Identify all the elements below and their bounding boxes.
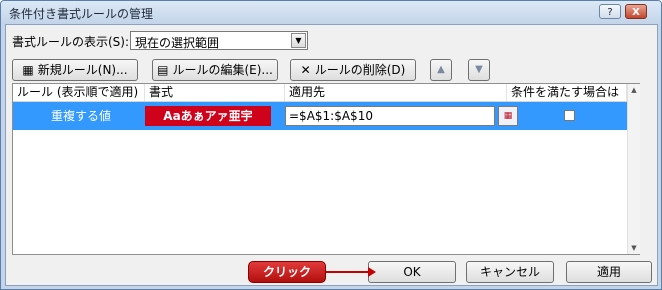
new-rule-button[interactable]: ▦ 新規ルール(N)... bbox=[12, 59, 138, 81]
help-button[interactable]: ? bbox=[599, 4, 621, 19]
arrow-down-icon: ▼ bbox=[475, 64, 483, 75]
show-rules-label: 書式ルールの表示(S): bbox=[12, 35, 130, 49]
table-row[interactable]: 重複する値 Aaあぁアァ亜宇 =$A$1:$A$10 ▦ bbox=[13, 102, 627, 130]
apply-button[interactable]: 適用 bbox=[566, 261, 652, 283]
delete-icon: ✕ bbox=[300, 63, 311, 77]
table-header: ルール (表示順で適用) 書式 適用先 条件を満たす場合は停止 bbox=[13, 84, 627, 116]
stop-if-true-checkbox[interactable] bbox=[564, 110, 575, 121]
rules-table: ルール (表示順で適用) 書式 適用先 条件を満たす場合は停止 重複する値 Aa… bbox=[12, 83, 640, 255]
move-down-button[interactable]: ▼ bbox=[468, 59, 490, 81]
arrow-up-icon: ▲ bbox=[437, 64, 445, 75]
chevron-down-icon[interactable]: ▼ bbox=[291, 33, 306, 48]
edit-rule-label: ルールの編集(E)... bbox=[172, 63, 273, 77]
close-button[interactable]: X bbox=[625, 4, 647, 19]
column-header-stop-if-true: 条件を満たす場合は停止 bbox=[507, 84, 627, 116]
delete-rule-label: ルールの削除(D) bbox=[314, 63, 406, 77]
show-rules-value: 現在の選択範囲 bbox=[135, 36, 220, 50]
new-rule-label: 新規ルール(N)... bbox=[37, 63, 128, 77]
delete-rule-button[interactable]: ✕ ルールの削除(D) bbox=[290, 59, 416, 81]
conditional-formatting-dialog: 条件付き書式ルールの管理 ? X 書式ルールの表示(S): 現在の選択範囲 ▼ … bbox=[0, 0, 662, 290]
dialog-body: 書式ルールの表示(S): 現在の選択範囲 ▼ ▦ 新規ルール(N)... ▤ ルール… bbox=[5, 24, 658, 286]
callout-arrowhead-icon bbox=[368, 267, 376, 277]
move-up-button[interactable]: ▲ bbox=[430, 59, 452, 81]
vertical-scrollbar[interactable]: ▲ ▼ bbox=[627, 84, 640, 254]
show-rules-dropdown[interactable]: 現在の選択範囲 ▼ bbox=[130, 31, 308, 50]
click-callout: クリック bbox=[248, 261, 326, 283]
format-preview: Aaあぁアァ亜宇 bbox=[145, 106, 271, 126]
column-header-format: 書式 bbox=[145, 84, 285, 101]
scroll-up-icon[interactable]: ▲ bbox=[628, 84, 640, 96]
rule-name: 重複する値 bbox=[51, 109, 112, 123]
column-header-applies-to: 適用先 bbox=[285, 84, 507, 101]
scroll-down-icon[interactable]: ▼ bbox=[628, 242, 640, 254]
applies-to-input[interactable]: =$A$1:$A$10 bbox=[285, 106, 495, 126]
edit-rule-button[interactable]: ▤ ルールの編集(E)... bbox=[152, 59, 278, 81]
column-header-rule: ルール (表示順で適用) bbox=[13, 84, 145, 101]
callout-arrow-line bbox=[326, 271, 372, 273]
edit-rule-icon: ▤ bbox=[157, 63, 169, 77]
range-select-icon[interactable]: ▦ bbox=[498, 106, 518, 126]
cancel-button[interactable]: キャンセル bbox=[466, 261, 554, 283]
dialog-title: 条件付き書式ルールの管理 bbox=[9, 7, 154, 21]
ok-button[interactable]: OK bbox=[368, 261, 456, 283]
new-rule-icon: ▦ bbox=[22, 63, 34, 77]
title-bar: 条件付き書式ルールの管理 ? X bbox=[1, 1, 661, 23]
